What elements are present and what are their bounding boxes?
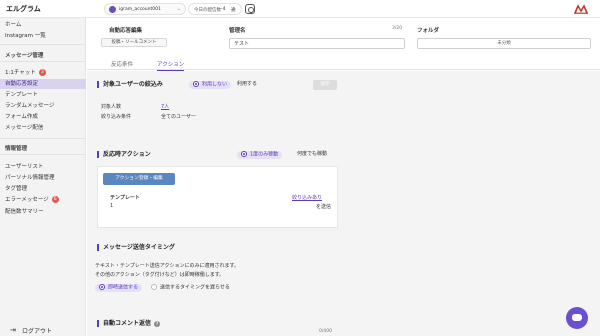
timing-section-title: メッセージ送信タイミング — [97, 244, 175, 251]
radio-label: 即時送信する — [108, 284, 139, 291]
chat-count-badge: 3 — [38, 69, 46, 76]
radio-dot — [241, 151, 247, 157]
sidebar-item-templates[interactable]: テンプレート — [0, 90, 86, 100]
sidebar-section-messages: メッセージ管理 — [5, 53, 44, 59]
sidebar-item-send-summary[interactable]: 配信数サマリー — [0, 207, 86, 217]
action-card: アクション登録・編集 テンプレート 1 絞り込みあり を送信 — [97, 166, 338, 228]
auto-comment-title-text: 自動コメント返信 — [103, 320, 152, 327]
radio-dot — [193, 81, 199, 87]
account-switcher[interactable]: igram_account001 ⌄ — [104, 3, 186, 15]
page-title: 自動応答編集 — [109, 28, 143, 34]
target-section-title: 対象ユーザーの絞込み — [97, 81, 163, 88]
folder-select[interactable]: 未分類 — [417, 38, 591, 49]
radio-dot — [99, 284, 105, 290]
radio-dot — [151, 284, 157, 290]
brand-mark-icon[interactable] — [574, 4, 588, 14]
filter-link[interactable]: 絞り込みあり — [292, 194, 322, 201]
sidebar-item-errors[interactable]: エラーメッセージ 6 — [0, 195, 86, 205]
account-name: igram_account001 — [119, 7, 161, 12]
folder-label: フォルダ — [417, 28, 440, 34]
trigger-type-pill: 投稿・リールコメント — [101, 38, 167, 47]
daily-send-count: 今日の配信数 -4 通 — [188, 3, 242, 15]
comment-char-count: 0/400 — [319, 329, 332, 334]
tab-actions[interactable]: アクション — [157, 60, 185, 71]
sidebar-item-label: 1:1チャット — [5, 70, 36, 76]
target-on-radio[interactable]: 利用する — [237, 81, 257, 88]
sidebar: ホーム Instagram 一覧 メッセージ管理 1:1チャット 3 自動応答設定… — [0, 18, 86, 336]
radio-label: 利用する — [237, 81, 258, 87]
auto-comment-title: 自動コメント返信? — [97, 320, 161, 327]
sidebar-item-home[interactable]: ホーム — [0, 20, 86, 30]
logout-icon[interactable]: ⇥ — [10, 326, 16, 334]
instagram-icon[interactable] — [245, 4, 255, 14]
name-label: 管理名 — [229, 28, 246, 34]
sidebar-divider — [0, 61, 86, 62]
name-input[interactable]: テスト — [229, 38, 405, 49]
target-count-label: 対象人数 — [101, 104, 122, 110]
action-every-radio[interactable]: 何度でも稼動 — [297, 151, 327, 158]
radio-label: 利用しない — [202, 81, 228, 88]
action-section-title: 反応時アクション — [97, 151, 151, 158]
sidebar-item-tags[interactable]: タグ管理 — [0, 184, 86, 194]
sidebar-divider — [0, 138, 86, 139]
chevron-down-icon: ⌄ — [176, 6, 181, 12]
tab-conditions[interactable]: 反応条件 — [111, 60, 133, 68]
top-header: エルグラム igram_account001 ⌄ 今日の配信数 -4 通 — [0, 0, 600, 18]
sidebar-item-broadcast[interactable]: メッセージ配信 — [0, 123, 86, 133]
main-panel: 自動応答編集 投稿・リールコメント 管理名 3/20 テスト フォルダ 未分類 … — [87, 18, 600, 336]
radio-label: 1度のみ稼動 — [250, 151, 279, 158]
radio-label: 送信するタイミングを遅らせる — [160, 284, 230, 291]
error-count-badge: 6 — [51, 196, 59, 203]
tab-bar: 反応条件 アクション — [87, 58, 600, 71]
content-area: 対象ユーザーの絞込み 利用しない 利用する 保存 対象人数 7人 絞り込み条件 … — [87, 71, 600, 336]
template-number: 1 — [110, 203, 114, 209]
timing-delay-radio[interactable]: 送信するタイミングを遅らせる — [151, 284, 230, 292]
sidebar-item-forms[interactable]: フォーム作成 — [0, 112, 86, 122]
count-unit: 通 — [231, 8, 236, 13]
radio-label: 何度でも稼動 — [297, 151, 328, 157]
chat-bubble-icon[interactable] — [566, 307, 588, 329]
sidebar-item-random-message[interactable]: ランダムメッセージ — [0, 101, 86, 111]
sidebar-section-info: 情報管理 — [5, 146, 28, 152]
sidebar-item-personal-info[interactable]: パーソナル情報管理 — [0, 173, 86, 183]
action-once-radio[interactable]: 1度のみ稼動 — [237, 151, 283, 159]
app-logo[interactable]: エルグラム — [6, 4, 41, 14]
sidebar-item-user-list[interactable]: ユーザーリスト — [0, 162, 86, 172]
count-value: -4 — [221, 7, 226, 12]
template-label: テンプレート — [110, 195, 140, 201]
count-label: 今日の配信数 — [194, 8, 221, 13]
action-register-button[interactable]: アクション登録・編集 — [103, 173, 175, 185]
account-avatar — [109, 6, 116, 13]
sidebar-item-label: エラーメッセージ — [5, 197, 49, 203]
sidebar-divider — [0, 44, 86, 45]
sidebar-item-auto-reply[interactable]: 自動応答設定 — [0, 79, 86, 89]
sidebar-item-instagram-list[interactable]: Instagram 一覧 — [0, 31, 86, 41]
info-icon[interactable]: ? — [154, 320, 161, 327]
target-count-link[interactable]: 7人 — [161, 103, 169, 110]
target-save-button[interactable]: 保存 — [313, 80, 337, 90]
target-off-radio[interactable]: 利用しない — [189, 81, 232, 89]
sidebar-divider — [0, 154, 86, 155]
target-condition-label: 絞り込み条件 — [101, 114, 132, 120]
logout-button[interactable]: ログアウト — [22, 326, 52, 335]
timing-desc-line2: その他のアクション（タグ付けなど）は即時稼働します。 — [95, 272, 225, 278]
timing-now-radio[interactable]: 即時送信する — [95, 284, 143, 292]
name-char-count: 3/20 — [392, 26, 403, 31]
target-condition-value: 全てのユーザー — [161, 114, 196, 120]
sidebar-item-chat[interactable]: 1:1チャット 3 — [0, 68, 86, 78]
timing-desc-line1: テキスト・テンプレート送信アクションにのみに適用されます。 — [95, 263, 239, 269]
send-label: を送信 — [316, 204, 332, 210]
